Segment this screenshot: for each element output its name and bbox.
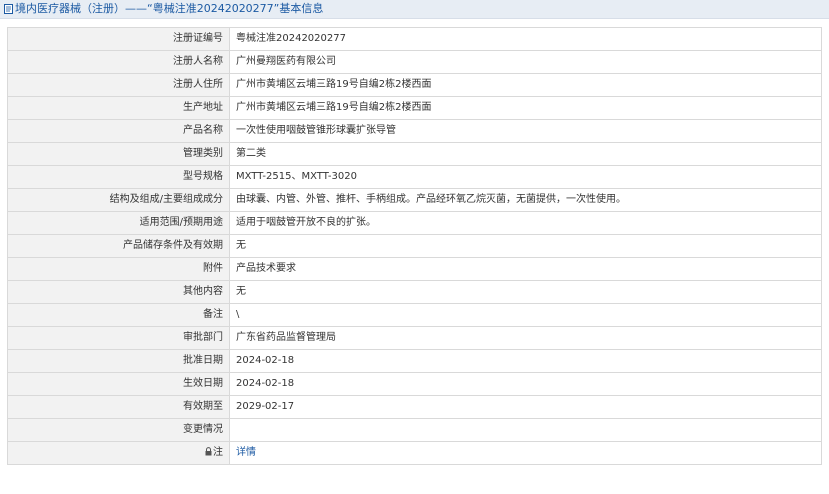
table-row: 生产地址 广州市黄埔区云埔三路19号自编2栋2楼西面 [7, 96, 822, 120]
field-label: 产品名称 [7, 119, 230, 143]
field-value: 2029-02-17 [229, 395, 822, 419]
field-value [229, 418, 822, 442]
lock-icon [205, 447, 212, 456]
table-row-note: 注 详情 [7, 441, 822, 465]
table-row: 管理类别 第二类 [7, 142, 822, 166]
field-value: 产品技术要求 [229, 257, 822, 281]
field-value: 由球囊、内管、外管、推杆、手柄组成。产品经环氧乙烷灭菌，无菌提供，一次性使用。 [229, 188, 822, 212]
table-row: 型号规格 MXTT-2515、MXTT-3020 [7, 165, 822, 189]
field-label: 批准日期 [7, 349, 230, 373]
field-value: 2024-02-18 [229, 372, 822, 396]
table-row: 其他内容无 [7, 280, 822, 304]
table-row: 附件 产品技术要求 [7, 257, 822, 281]
table-body: 注册证编号 粤械注准20242020277 注册人名称 广州曼翔医药有限公司 注册人住所… [7, 27, 822, 465]
field-label: 注册人名称 [7, 50, 230, 74]
field-value: 广州市黄埔区云埔三路19号自编2栋2楼西面 [229, 73, 822, 97]
field-label: 备注 [7, 303, 230, 327]
field-label: 型号规格 [7, 165, 230, 189]
field-label: 产品储存条件及有效期 [7, 234, 230, 258]
table-row: 变更情况 [7, 418, 822, 442]
field-value: 适用于咽鼓管开放不良的扩张。 [229, 211, 822, 235]
field-value: 无 [229, 280, 822, 304]
note-label-cell: 注 [7, 441, 230, 465]
table-row: 适用范围/预期用途 适用于咽鼓管开放不良的扩张。 [7, 211, 822, 235]
note-label: 注 [213, 447, 223, 458]
field-value: 一次性使用咽鼓管锥形球囊扩张导管 [229, 119, 822, 143]
document-icon [4, 4, 13, 14]
field-value: 广州市黄埔区云埔三路19号自编2栋2楼西面 [229, 96, 822, 120]
field-value: 无 [229, 234, 822, 258]
field-label: 注册人住所 [7, 73, 230, 97]
field-label: 有效期至 [7, 395, 230, 419]
field-value: MXTT-2515、MXTT-3020 [229, 165, 822, 189]
field-label: 生产地址 [7, 96, 230, 120]
field-label: 管理类别 [7, 142, 230, 166]
field-label: 适用范围/预期用途 [7, 211, 230, 235]
field-value: \ [229, 303, 822, 327]
table-row: 有效期至 2029-02-17 [7, 395, 822, 419]
field-label: 生效日期 [7, 372, 230, 396]
page-header: 境内医疗器械（注册）——“粤械注准20242020277”基本信息 [0, 0, 829, 19]
field-label: 结构及组成/主要组成成分 [7, 188, 230, 212]
table-row: 注册人住所 广州市黄埔区云埔三路19号自编2栋2楼西面 [7, 73, 822, 97]
table-row: 注册人名称 广州曼翔医药有限公司 [7, 50, 822, 74]
field-label: 其他内容 [7, 280, 230, 304]
field-label: 附件 [7, 257, 230, 281]
table-row: 产品名称 一次性使用咽鼓管锥形球囊扩张导管 [7, 119, 822, 143]
field-label: 变更情况 [7, 418, 230, 442]
field-label: 审批部门 [7, 326, 230, 350]
table-row: 审批部门 广东省药品监督管理局 [7, 326, 822, 350]
table-row: 结构及组成/主要组成成分 由球囊、内管、外管、推杆、手柄组成。产品经环氧乙烷灭菌，… [7, 188, 822, 212]
page-title: 境内医疗器械（注册）——“粤械注准20242020277”基本信息 [15, 2, 324, 15]
table-row: 产品储存条件及有效期无 [7, 234, 822, 258]
field-value: 第二类 [229, 142, 822, 166]
table-row: 生效日期 2024-02-18 [7, 372, 822, 396]
registration-info-table: 注册证编号 粤械注准20242020277 注册人名称 广州曼翔医药有限公司 注册人住所… [7, 27, 822, 465]
field-value: 粤械注准20242020277 [229, 27, 822, 51]
details-link[interactable]: 详情 [236, 447, 256, 458]
field-value: 广东省药品监督管理局 [229, 326, 822, 350]
table-row: 批准日期 2024-02-18 [7, 349, 822, 373]
field-value: 2024-02-18 [229, 349, 822, 373]
table-row: 注册证编号 粤械注准20242020277 [7, 27, 822, 51]
note-value-cell: 详情 [229, 441, 822, 465]
field-label: 注册证编号 [7, 27, 230, 51]
table-row: 备注 \ [7, 303, 822, 327]
field-value: 广州曼翔医药有限公司 [229, 50, 822, 74]
